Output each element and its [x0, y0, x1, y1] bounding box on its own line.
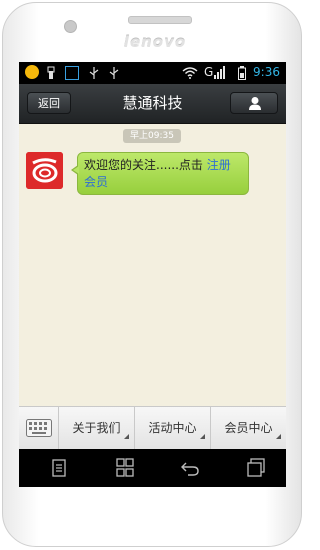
menu-item-events[interactable]: 活动中心	[135, 407, 211, 450]
recent-apps-icon[interactable]	[245, 458, 267, 478]
menu-item-member-center[interactable]: 会员中心	[211, 407, 286, 450]
usb-storage-icon	[109, 66, 119, 80]
person-icon	[249, 97, 261, 110]
menu-item-label: 活动中心	[148, 421, 197, 435]
home-grid-icon[interactable]	[114, 458, 136, 478]
keyboard-icon	[26, 419, 52, 437]
status-time: 9:36	[253, 65, 280, 79]
profile-button[interactable]	[230, 92, 278, 114]
emoji-icon	[25, 65, 39, 79]
message-text: 欢迎您的关注......点击	[84, 158, 207, 172]
front-camera	[64, 20, 77, 33]
menu-item-label: 会员中心	[224, 421, 273, 435]
battery-icon	[238, 66, 246, 80]
wifi-icon	[182, 66, 198, 80]
chat-area[interactable]: 早上09:35 欢迎您的关注......点击 注册会员	[19, 124, 286, 406]
back-icon[interactable]	[179, 458, 201, 478]
network-type: G	[204, 65, 214, 79]
navigation-bar	[19, 449, 286, 487]
keyboard-toggle-button[interactable]	[19, 407, 59, 450]
menu-item-about-us[interactable]: 关于我们	[59, 407, 135, 450]
title-bar: 返回 慧通科技	[19, 84, 286, 124]
page-title: 慧通科技	[122, 94, 183, 112]
bottom-menu: 关于我们 活动中心 会员中心	[19, 406, 286, 450]
submenu-indicator-icon	[200, 434, 205, 439]
usb-debug-icon	[89, 66, 99, 80]
screen: G 9:36 返回 慧通科技 早上09:35 欢迎您的关注......点击 注册…	[19, 62, 286, 487]
usb-icon	[47, 66, 55, 80]
menu-item-label: 关于我们	[72, 421, 121, 435]
company-logo-avatar[interactable]	[26, 152, 63, 189]
menu-icon[interactable]	[48, 458, 70, 478]
brand-logo: lenovo	[123, 33, 187, 51]
message-bubble[interactable]: 欢迎您的关注......点击 注册会员	[71, 152, 249, 195]
submenu-indicator-icon	[276, 434, 281, 439]
message-time: 早上09:35	[123, 129, 181, 143]
speaker-grille	[128, 16, 192, 24]
status-bar: G 9:36	[19, 62, 286, 84]
submenu-indicator-icon	[124, 434, 129, 439]
back-button[interactable]: 返回	[27, 92, 71, 114]
company-logo-icon	[26, 152, 63, 189]
signal-icon	[214, 66, 226, 80]
app-icon	[65, 66, 79, 80]
